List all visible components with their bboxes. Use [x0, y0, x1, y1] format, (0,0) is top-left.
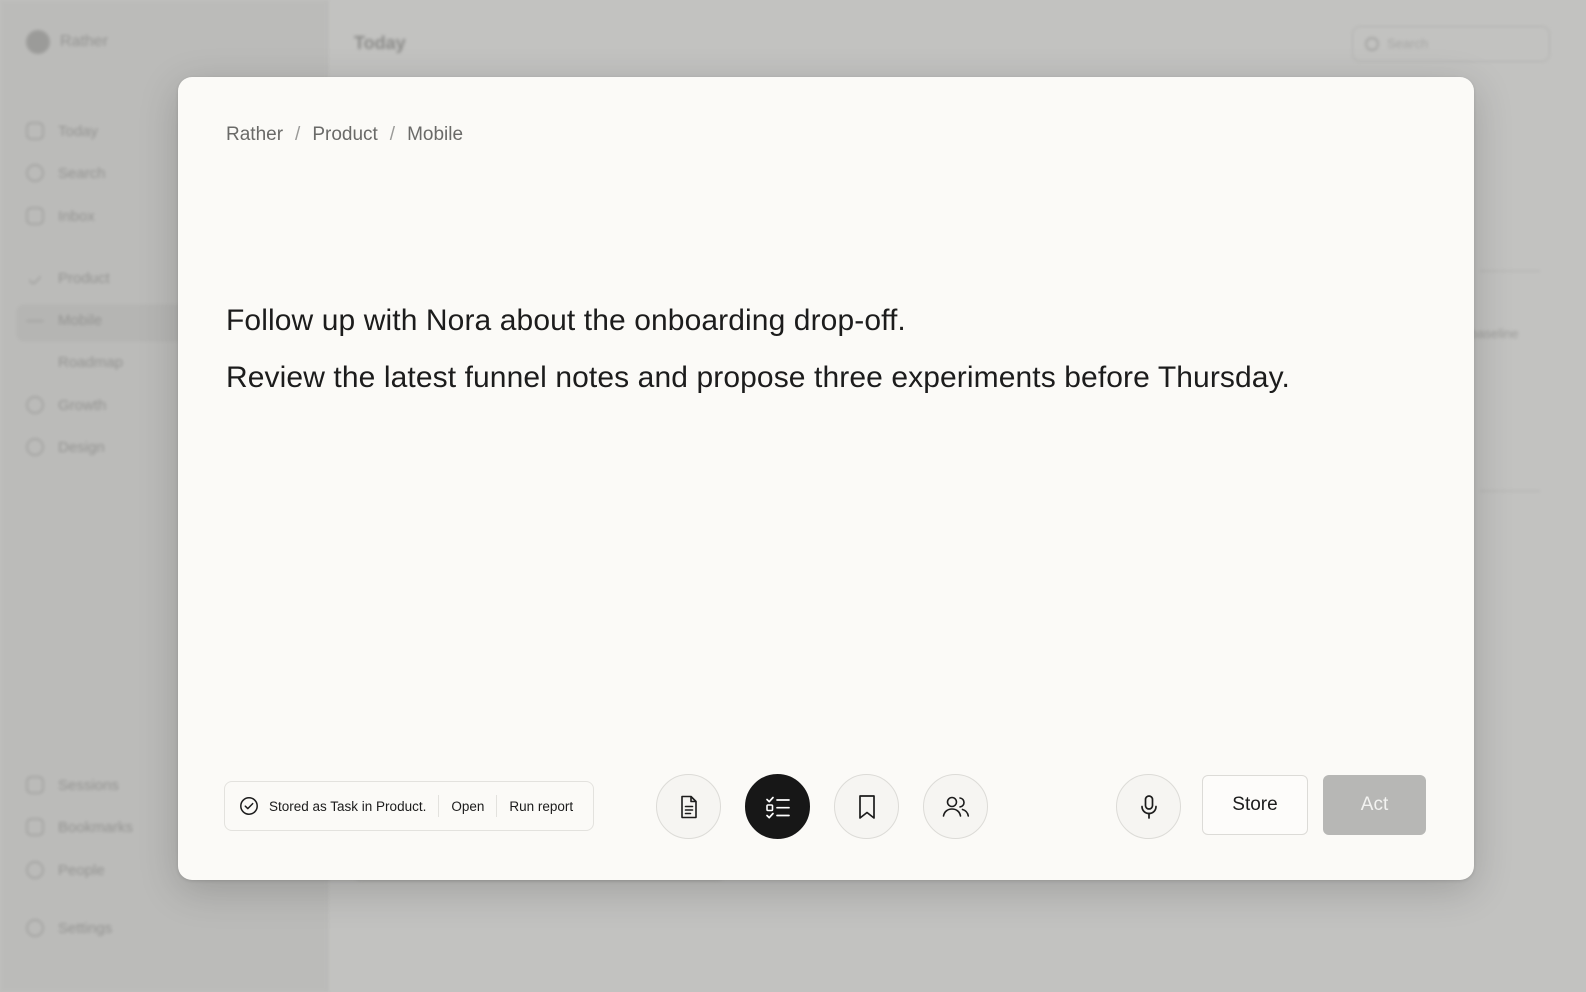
breadcrumb-item-rather[interactable]: Rather: [226, 124, 283, 146]
bg-nav-sessions: Sessions: [26, 776, 119, 794]
content-line-2[interactable]: Review the latest funnel notes and propo…: [226, 349, 1426, 406]
breadcrumb-separator: /: [389, 124, 396, 145]
folder-icon: [26, 438, 44, 456]
mode-note-button[interactable]: [656, 774, 721, 839]
inbox-icon: [26, 207, 44, 225]
bg-page-title: Today: [354, 33, 406, 53]
bg-nav-search: Search: [26, 164, 106, 182]
bg-nav-label: Search: [58, 164, 106, 182]
breadcrumb-item-mobile[interactable]: Mobile: [407, 124, 463, 146]
bg-nav-label: Roadmap: [58, 354, 124, 371]
bg-nav-people: People: [26, 861, 105, 879]
sessions-icon: [26, 776, 44, 794]
store-button[interactable]: Store: [1202, 775, 1308, 835]
bg-nav-inbox: Inbox: [26, 207, 95, 225]
mode-people-button[interactable]: [923, 774, 988, 839]
bg-nav-label: Today: [58, 122, 99, 140]
capture-modal: Rather / Product / Mobile Follow up with…: [178, 77, 1474, 880]
capture-text-editor[interactable]: Follow up with Nora about the onboarding…: [226, 292, 1426, 406]
bg-nav-today: Today: [26, 122, 98, 140]
search-icon: [1365, 37, 1379, 51]
mode-bookmark-button[interactable]: [834, 774, 899, 839]
microphone-button[interactable]: [1116, 774, 1181, 839]
bg-search-input: Search: [1352, 26, 1550, 62]
bookmark-icon: [858, 794, 875, 819]
checklist-icon: [765, 796, 790, 819]
bg-nav-label: Growth: [58, 396, 107, 414]
open-link[interactable]: Open: [451, 799, 484, 814]
bg-nav-settings: Settings: [26, 919, 112, 937]
calendar-icon: [26, 122, 44, 140]
bg-nav-growth: Growth: [26, 396, 106, 414]
search-icon: [26, 164, 44, 182]
bg-divider: [1480, 270, 1540, 272]
check-icon: [27, 271, 43, 286]
document-icon: [680, 795, 697, 818]
bg-nav-bookmarks: Bookmarks: [26, 818, 133, 836]
status-text: Stored as Task in Product.: [269, 798, 427, 814]
bg-nav-roadmap: Roadmap: [58, 354, 123, 371]
breadcrumb: Rather / Product / Mobile: [226, 124, 463, 146]
bg-brand-label: Rather: [60, 33, 109, 50]
bg-nav-label: Product: [58, 270, 110, 287]
chevron-icon: [26, 319, 44, 322]
act-button[interactable]: Act: [1323, 775, 1426, 835]
bg-nav-design: Design: [26, 438, 105, 456]
content-line-1[interactable]: Follow up with Nora about the onboarding…: [226, 292, 1426, 349]
bg-nav-label: People: [58, 861, 105, 879]
bg-nav-mobile: Mobile: [26, 312, 102, 329]
bg-side-text: baseline: [1470, 326, 1519, 341]
bg-nav-label: Bookmarks: [58, 818, 134, 836]
bg-nav-label: Design: [58, 438, 105, 456]
logo-icon: [26, 30, 50, 54]
status-pill: Stored as Task in Product. Open Run repo…: [224, 781, 594, 831]
bg-brand: Rather: [26, 30, 108, 54]
breadcrumb-separator: /: [295, 124, 301, 145]
bg-nav-label: Settings: [58, 919, 113, 937]
people-icon: [26, 861, 44, 879]
bookmark-icon: [26, 818, 44, 836]
mode-task-button[interactable]: [745, 774, 810, 839]
run-report-link[interactable]: Run report: [509, 799, 573, 814]
microphone-icon: [1140, 794, 1157, 819]
breadcrumb-item-product[interactable]: Product: [312, 124, 377, 146]
bg-nav-label: Mobile: [58, 312, 103, 329]
status-divider: [438, 795, 440, 817]
bg-nav-label: Sessions: [58, 776, 119, 794]
bg-search-placeholder: Search: [1387, 36, 1429, 51]
people-icon: [942, 796, 969, 817]
folder-icon: [26, 396, 44, 414]
bg-nav-product: Product: [26, 270, 110, 287]
bg-nav-label: Inbox: [58, 207, 95, 225]
gear-icon: [26, 919, 44, 937]
status-divider: [496, 795, 498, 817]
bg-divider: [1480, 490, 1540, 492]
check-circle-icon: [239, 796, 259, 816]
